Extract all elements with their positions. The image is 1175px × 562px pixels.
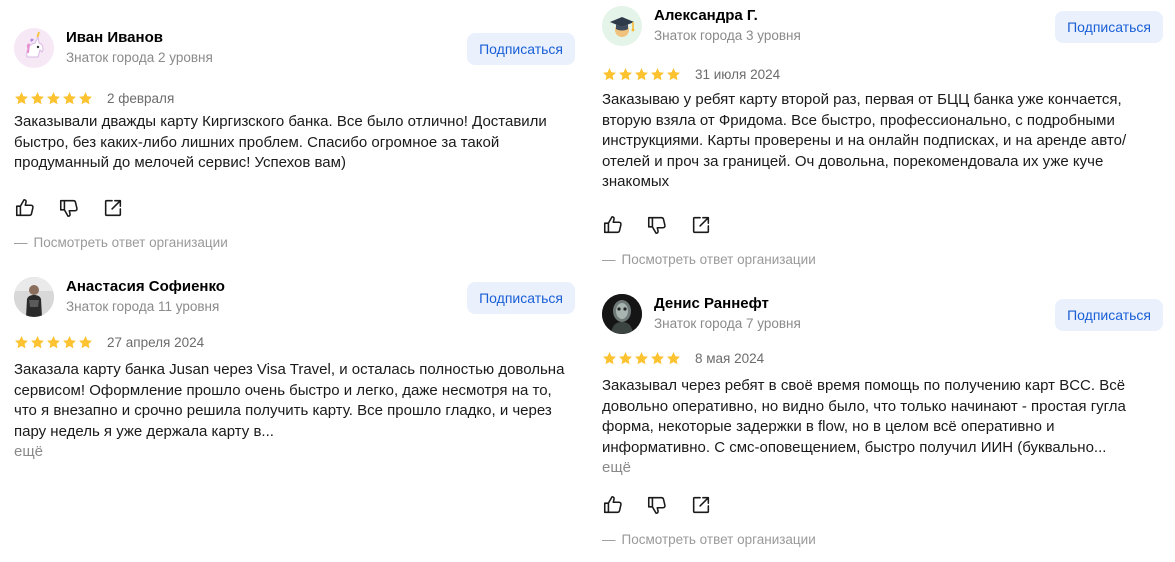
review-card: Иван Иванов Знаток города 2 уровня Подпи… (14, 28, 575, 252)
star-icon (47, 91, 60, 104)
org-reply-label: Посмотреть ответ организации (33, 234, 228, 250)
star-icon (63, 91, 76, 104)
author-level: Знаток города 3 уровня (654, 28, 801, 43)
author-level: Знаток города 11 уровня (66, 299, 220, 314)
org-reply-dash: — (602, 251, 616, 267)
user-photo (14, 277, 54, 317)
share-icon[interactable] (102, 197, 124, 219)
author-name[interactable]: Иван Иванов (66, 28, 163, 48)
avatar[interactable] (602, 6, 642, 46)
review-header: Анастасия Софиенко Знаток города 11 уров… (14, 277, 575, 337)
review-date: 2 февраля (107, 90, 175, 106)
share-icon[interactable] (690, 494, 712, 516)
like-icon[interactable] (602, 494, 624, 516)
avatar[interactable] (14, 277, 54, 317)
org-reply-dash: — (14, 234, 28, 250)
dislike-icon[interactable] (646, 494, 668, 516)
review-card: Анастасия Софиенко Знаток города 11 уров… (14, 277, 575, 461)
star-icon (651, 67, 664, 80)
share-icon[interactable] (690, 214, 712, 236)
avatar[interactable] (14, 28, 54, 68)
review-header: Александра Г. Знаток города 3 уровня Под… (602, 6, 1163, 66)
star-icon (619, 67, 632, 80)
org-reply-label: Посмотреть ответ организации (621, 532, 816, 547)
review-actions (602, 213, 1163, 237)
review-text: Заказывали дважды карту Киргизского банк… (14, 113, 547, 171)
view-org-reply-link[interactable]: — Посмотреть ответ организации (602, 531, 1163, 549)
review-header: Иван Иванов Знаток города 2 уровня Подпи… (14, 28, 575, 88)
org-reply-dash: — (602, 532, 616, 547)
review-meta: 31 июля 2024 (602, 64, 1163, 84)
review-text: Заказывал через ребят в своё время помощ… (602, 377, 1126, 456)
star-icon (79, 91, 92, 104)
more-link[interactable]: ещё (14, 442, 575, 461)
like-icon[interactable] (602, 214, 624, 236)
review-header: Денис Раннефт Знаток города 7 уровня Под… (602, 294, 1163, 354)
review-meta: 2 февраля (14, 88, 575, 108)
more-link[interactable]: ещё (602, 458, 1163, 477)
review-card: Александра Г. Знаток города 3 уровня Под… (602, 6, 1163, 269)
subscribe-button[interactable]: Подписаться (1055, 11, 1163, 43)
view-org-reply-link[interactable]: — Посмотреть ответ организации (14, 234, 575, 252)
star-icon (635, 67, 648, 80)
author-level: Знаток города 7 уровня (654, 316, 801, 331)
avatar[interactable] (602, 294, 642, 334)
dislike-icon[interactable] (58, 197, 80, 219)
review-card: Денис Раннефт Знаток города 7 уровня Под… (602, 294, 1163, 549)
star-rating (14, 91, 93, 106)
star-icon (15, 91, 28, 104)
subscribe-button[interactable]: Подписаться (467, 282, 575, 314)
user-photo (602, 294, 642, 334)
author-name[interactable]: Анастасия Софиенко (66, 277, 225, 297)
review-actions (602, 493, 1163, 517)
author-name[interactable]: Александра Г. (654, 6, 758, 26)
dislike-icon[interactable] (646, 214, 668, 236)
subscribe-button[interactable]: Подписаться (1055, 299, 1163, 331)
author-name[interactable]: Денис Раннефт (654, 294, 769, 314)
org-reply-label: Посмотреть ответ организации (621, 251, 816, 267)
review-text: Заказываю у ребят карту второй раз, перв… (602, 91, 1127, 190)
view-org-reply-link[interactable]: — Посмотреть ответ организации (602, 251, 1163, 269)
star-rating (602, 67, 681, 82)
author-level: Знаток города 2 уровня (66, 50, 213, 65)
subscribe-button[interactable]: Подписаться (467, 33, 575, 65)
review-actions (14, 196, 575, 220)
star-icon (667, 67, 680, 80)
review-date: 31 июля 2024 (695, 66, 781, 82)
star-icon (603, 67, 616, 80)
graduation-cap-icon (602, 6, 642, 46)
review-text: Заказала карту банка Jusan через Visa Tr… (14, 361, 565, 440)
unicorn-icon (14, 28, 54, 68)
star-icon (31, 91, 44, 104)
like-icon[interactable] (14, 197, 36, 219)
